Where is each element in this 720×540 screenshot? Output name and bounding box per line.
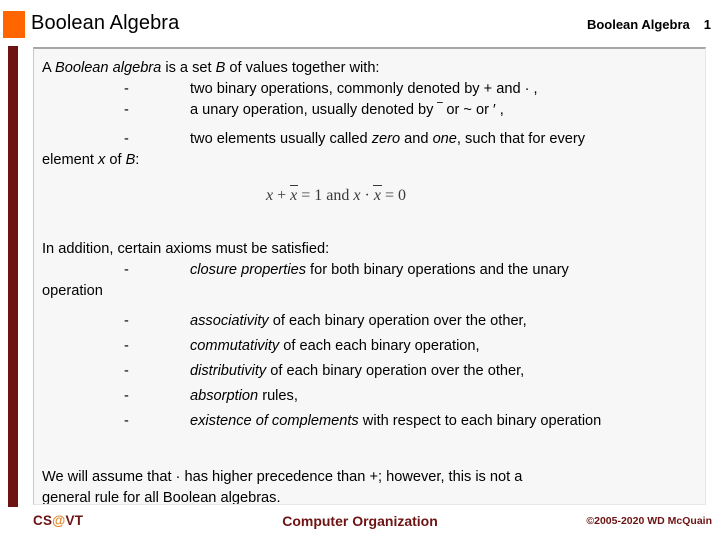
axiom-rest: of each binary operation over the other,	[268, 313, 527, 329]
slide-footer: CS@VT Computer Organization ©2005-2020 W…	[0, 508, 720, 540]
axiom-bullet-row: - associativity of each binary operation…	[42, 311, 702, 332]
closing-line-1: We will assume that · has higher precede…	[42, 469, 523, 485]
bullet-dash-icon: -	[124, 363, 129, 379]
axioms-block: In addition, certain axioms must be sati…	[42, 239, 702, 432]
bullet-dash-icon: -	[124, 338, 129, 354]
orange-accent-square-icon	[3, 11, 25, 38]
axiom-rest: of each binary operation over the other,	[266, 363, 525, 379]
left-accent-bar	[8, 46, 18, 507]
axiom-rest: rules,	[258, 388, 298, 404]
intro-lead-c: of values together with:	[225, 60, 380, 76]
bullet-dash-icon: -	[124, 262, 129, 278]
formula-rhs-var: x	[349, 187, 361, 204]
axioms-lead-line: In addition, certain axioms must be sati…	[42, 241, 330, 257]
bullet-dash-icon: -	[124, 131, 129, 147]
intro-bullet-row: - two binary operations, commonly denote…	[42, 79, 702, 100]
bullet-dash-icon: -	[124, 102, 129, 118]
formula-dot: ·	[360, 187, 374, 204]
axiom-term: closure properties	[190, 262, 306, 278]
axiom-bullet-text: associativity of each binary operation o…	[190, 311, 527, 332]
axiom-term: distributivity	[190, 363, 267, 379]
slide-header: Boolean Algebra Boolean Algebra 1	[0, 0, 720, 46]
axioms-hanging-line: operation	[42, 283, 103, 299]
axiom-bullet-text: closure properties for both binary opera…	[190, 260, 569, 281]
axiom-bullet-text: absorption rules,	[190, 386, 298, 407]
intro-bullet-text: a unary operation, usually denoted by ‾ …	[190, 102, 504, 118]
page-title: Boolean Algebra	[31, 12, 180, 34]
axiom-term: existence of complements	[190, 413, 359, 429]
formula-plus: +	[273, 187, 291, 204]
axiom-rest: for both binary operations and the unary	[306, 262, 569, 278]
axiom-bullet-row: - closure properties for both binary ope…	[42, 260, 702, 281]
slide-content-area: A Boolean algebra is a set B of values t…	[33, 47, 706, 505]
bullet-dash-icon: -	[124, 81, 129, 97]
intro-bullet-text: two elements usually called zero and one…	[190, 131, 586, 147]
axiom-bullet-row: - existence of complements with respect …	[42, 411, 702, 432]
slide-number: 1	[703, 17, 711, 32]
axiom-term: absorption	[190, 388, 259, 404]
intro-set-symbol: B	[215, 60, 226, 76]
intro-bullet-text: two binary operations, commonly denoted …	[190, 81, 538, 97]
intro-term: Boolean algebra	[54, 60, 162, 76]
header-running-title-label: Boolean Algebra	[586, 17, 690, 32]
formula-rhs-complement: x	[373, 185, 383, 204]
formula-lhs-complement: x	[289, 185, 299, 204]
intro-bullet-row: - a unary operation, usually denoted by …	[42, 100, 702, 121]
intro-hanging-line: element x of B:	[42, 152, 140, 168]
axiom-bullet-row: - absorption rules,	[42, 386, 702, 407]
axiom-bullet-text: distributivity of each binary operation …	[190, 361, 524, 382]
intro-block: A Boolean algebra is a set B of values t…	[42, 58, 702, 171]
intro-lead-line: A Boolean algebra is a set B of values t…	[42, 58, 702, 79]
axiom-rest: with respect to each binary operation	[358, 413, 602, 429]
axiom-bullet-text: existence of complements with respect to…	[190, 411, 601, 432]
header-running-title: Boolean Algebra 1	[587, 17, 711, 32]
intro-bullet-row: - two elements usually called zero and o…	[42, 129, 702, 150]
axiom-bullet-text: commutativity of each each binary operat…	[190, 336, 480, 357]
axiom-bullet-row: - distributivity of each binary operatio…	[42, 361, 702, 382]
boolean-complement-formula: x + x = 1 and x · x = 0	[266, 185, 406, 205]
closing-line-2: general rule for all Boolean algebras.	[42, 490, 281, 505]
bullet-dash-icon: -	[124, 388, 129, 404]
formula-conjunction: and	[326, 187, 350, 204]
closing-block: We will assume that · has higher precede…	[42, 467, 702, 505]
axiom-term: commutativity	[190, 338, 280, 354]
bullet-dash-icon: -	[124, 413, 129, 429]
bullet-dash-icon: -	[124, 313, 129, 329]
axiom-rest: of each each binary operation,	[279, 338, 480, 354]
footer-copyright: ©2005-2020 WD McQuain	[586, 515, 712, 527]
axiom-bullet-row: - commutativity of each each binary oper…	[42, 336, 702, 357]
intro-lead-b: is a set	[161, 60, 216, 76]
intro-lead-a: A	[42, 60, 55, 76]
formula-eq-one: = 1	[297, 187, 327, 204]
axiom-term: associativity	[190, 313, 269, 329]
formula-eq-zero: = 0	[380, 187, 406, 204]
